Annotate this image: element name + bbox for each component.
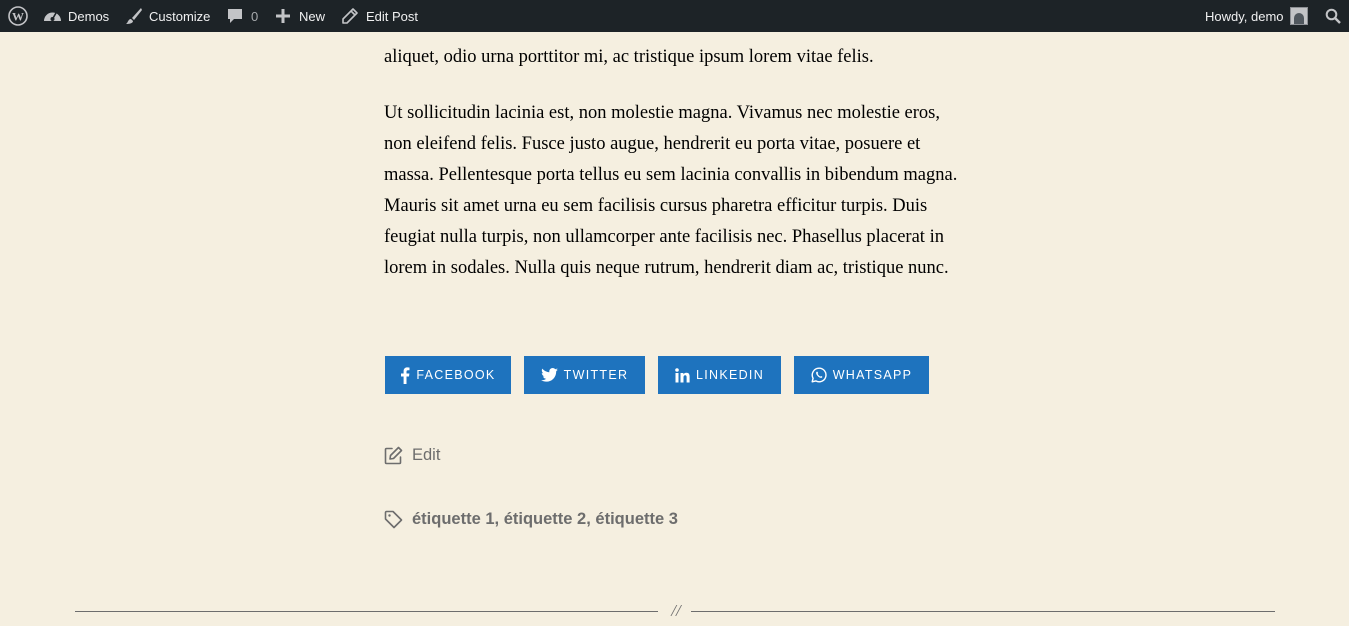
share-twitter-button[interactable]: TWITTER <box>524 356 645 394</box>
twitter-icon <box>540 368 564 382</box>
share-whatsapp-label: WHATSAPP <box>832 368 913 382</box>
tag-separator: , <box>494 510 504 528</box>
greeting-label: Howdy, demo <box>1205 8 1284 24</box>
comments-link[interactable]: 0 <box>227 0 258 32</box>
share-facebook-button[interactable]: FACEBOOK <box>385 356 511 394</box>
edit-link-label[interactable]: Edit <box>412 446 440 465</box>
facebook-icon <box>400 366 416 384</box>
my-account-menu[interactable]: Howdy, demo <box>1205 0 1308 32</box>
tag-link[interactable]: étiquette 3 <box>595 510 678 529</box>
post-paragraph: aliquet, odio urna porttitor mi, ac tris… <box>384 47 874 67</box>
share-linkedin-button[interactable]: LINKEDIN <box>658 356 781 394</box>
post-tags: étiquette 1, étiquette 2, étiquette 3 <box>384 510 678 529</box>
search-button[interactable] <box>1325 0 1341 32</box>
whatsapp-icon <box>811 367 833 383</box>
pencil-icon <box>342 8 358 24</box>
new-label: New <box>299 8 326 24</box>
comments-count: 0 <box>251 8 259 24</box>
tag-link[interactable]: étiquette 2 <box>504 510 587 529</box>
new-content-menu[interactable]: New <box>276 0 325 32</box>
site-name-menu[interactable]: Demos <box>43 0 109 32</box>
separator-line-right <box>691 611 1275 612</box>
tag-icon <box>384 510 412 529</box>
linkedin-icon <box>675 367 696 383</box>
admin-bar: W Demos Customize 0 New Edit Post Howdy,… <box>0 0 1349 32</box>
customize-label: Customize <box>149 8 211 24</box>
edit-post-label: Edit Post <box>366 8 419 24</box>
wordpress-logo-button[interactable]: W <box>8 0 28 32</box>
separator-line-left <box>75 611 658 612</box>
tag-link[interactable]: étiquette 1 <box>412 510 495 529</box>
separator-mark: // <box>671 601 681 620</box>
comment-icon <box>227 8 243 24</box>
wordpress-icon: W <box>8 6 28 26</box>
plus-icon <box>276 9 290 23</box>
dashboard-icon <box>43 8 62 24</box>
search-icon <box>1325 8 1341 24</box>
customize-link[interactable]: Customize <box>125 0 210 32</box>
site-name-label: Demos <box>68 8 110 24</box>
svg-text:W: W <box>12 10 24 24</box>
share-linkedin-label: LINKEDIN <box>695 368 765 382</box>
brush-icon <box>125 7 143 25</box>
tag-separator: , <box>586 510 596 528</box>
share-whatsapp-button[interactable]: WHATSAPP <box>794 356 929 394</box>
share-facebook-label: FACEBOOK <box>416 368 496 382</box>
edit-icon <box>384 446 412 465</box>
post-edit-link[interactable]: Edit <box>384 446 440 465</box>
avatar <box>1289 7 1308 25</box>
share-twitter-label: TWITTER <box>563 368 629 382</box>
edit-post-link[interactable]: Edit Post <box>342 0 418 32</box>
post-paragraph: Ut sollicitudin lacinia est, non molesti… <box>384 103 958 278</box>
